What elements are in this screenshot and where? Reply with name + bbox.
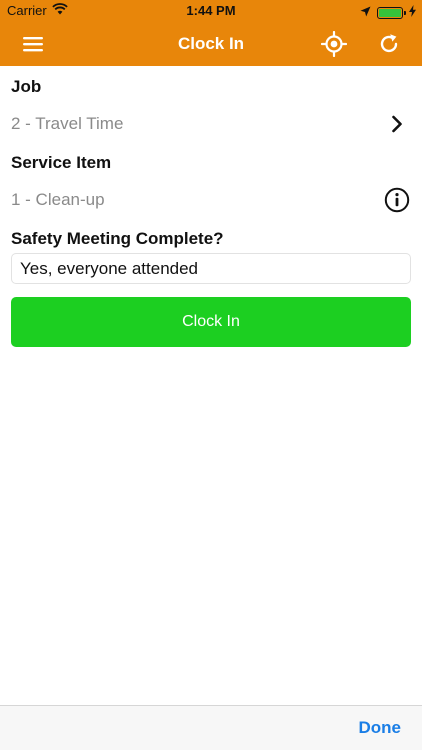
- status-bar: Carrier 1:44 PM: [0, 0, 422, 22]
- chevron-right-icon: [384, 111, 410, 137]
- battery-icon: [377, 7, 406, 19]
- location-arrow-icon: [360, 4, 371, 22]
- service-item-label: Service Item: [11, 153, 112, 172]
- refresh-icon: [380, 34, 398, 53]
- job-row[interactable]: 2 - Travel Time: [0, 107, 422, 141]
- service-item-value: 1 - Clean-up: [11, 190, 105, 209]
- status-time: 1:44 PM: [186, 3, 236, 18]
- service-item-row[interactable]: 1 - Clean-up: [0, 183, 422, 217]
- clock-in-button[interactable]: Clock In: [11, 297, 411, 347]
- safety-meeting-input[interactable]: [11, 253, 411, 284]
- job-value: 2 - Travel Time: [11, 114, 124, 133]
- charging-bolt-icon: [409, 4, 416, 22]
- status-right: [360, 4, 416, 22]
- job-label: Job: [11, 77, 42, 96]
- navigation-bar: Clock In: [0, 22, 422, 66]
- done-button[interactable]: Done: [359, 718, 402, 738]
- battery-level: [379, 9, 401, 17]
- location-target-icon: [321, 31, 347, 57]
- bottom-toolbar: Done: [0, 705, 422, 750]
- refresh-button[interactable]: [375, 30, 403, 58]
- locate-button[interactable]: [320, 30, 348, 58]
- info-icon[interactable]: [384, 187, 410, 213]
- page-title: Clock In: [177, 34, 245, 53]
- safety-meeting-label: Safety Meeting Complete?: [11, 229, 224, 248]
